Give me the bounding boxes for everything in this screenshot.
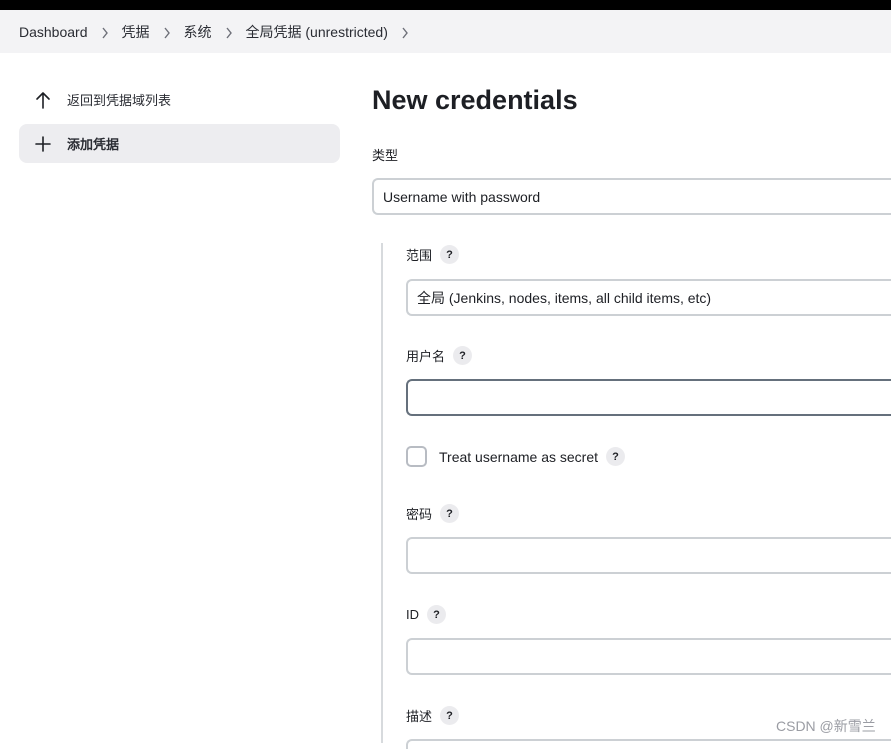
- chevron-right-icon: [88, 24, 122, 40]
- arrow-up-icon: [33, 90, 53, 110]
- help-icon[interactable]: ?: [440, 504, 460, 523]
- help-icon[interactable]: ?: [606, 447, 625, 466]
- treat-username-secret-checkbox[interactable]: [406, 446, 427, 467]
- id-input[interactable]: [406, 638, 891, 675]
- id-label-row: ID ?: [406, 605, 891, 624]
- treat-secret-row: Treat username as secret ?: [406, 446, 891, 467]
- breadcrumb-global-credentials[interactable]: 全局凭据 (unrestricted): [246, 22, 388, 42]
- sidebar-item-add-credentials[interactable]: 添加凭据: [19, 124, 340, 163]
- type-select[interactable]: Username with password: [372, 178, 891, 215]
- page-title: New credentials: [372, 85, 578, 115]
- credential-form-group: 范围 ? 全局 (Jenkins, nodes, items, all chil…: [381, 243, 891, 749]
- password-label-row: 密码 ?: [406, 504, 891, 523]
- sidebar: 返回到凭据域列表 添加凭据: [19, 80, 340, 163]
- id-label: ID: [406, 607, 419, 622]
- watermark: CSDN @新雪兰: [776, 718, 876, 734]
- username-label: 用户名: [406, 349, 446, 364]
- sidebar-item-label: 返回到凭据域列表: [67, 93, 172, 108]
- scope-label-row: 范围 ?: [406, 245, 891, 264]
- help-icon[interactable]: ?: [427, 605, 446, 624]
- description-input[interactable]: [406, 739, 891, 749]
- description-label: 描述: [406, 709, 433, 724]
- username-label-row: 用户名 ?: [406, 346, 891, 365]
- help-icon[interactable]: ?: [440, 245, 460, 264]
- breadcrumb: Dashboard 凭据 系统 全局凭据 (unrestricted): [0, 10, 891, 53]
- plus-icon: [33, 134, 53, 154]
- treat-secret-label[interactable]: Treat username as secret: [439, 449, 598, 465]
- breadcrumb-system[interactable]: 系统: [184, 22, 212, 42]
- breadcrumb-dashboard[interactable]: Dashboard: [19, 24, 88, 40]
- help-icon[interactable]: ?: [440, 706, 460, 725]
- chevron-right-icon: [150, 24, 184, 40]
- password-label: 密码: [406, 507, 433, 522]
- sidebar-item-back-to-domains[interactable]: 返回到凭据域列表: [19, 80, 340, 119]
- main-content: New credentials 类型 Username with passwor…: [372, 80, 891, 749]
- help-icon[interactable]: ?: [453, 346, 473, 365]
- scope-label: 范围: [406, 248, 433, 263]
- scope-select[interactable]: 全局 (Jenkins, nodes, items, all child ite…: [406, 279, 891, 316]
- type-label: 类型: [372, 148, 399, 163]
- breadcrumb-credentials[interactable]: 凭据: [122, 22, 150, 42]
- top-bar: [0, 0, 891, 10]
- username-input[interactable]: [406, 379, 891, 416]
- chevron-right-icon[interactable]: [388, 24, 422, 40]
- chevron-right-icon: [212, 24, 246, 40]
- sidebar-item-label: 添加凭据: [67, 137, 120, 152]
- password-input[interactable]: [406, 537, 891, 574]
